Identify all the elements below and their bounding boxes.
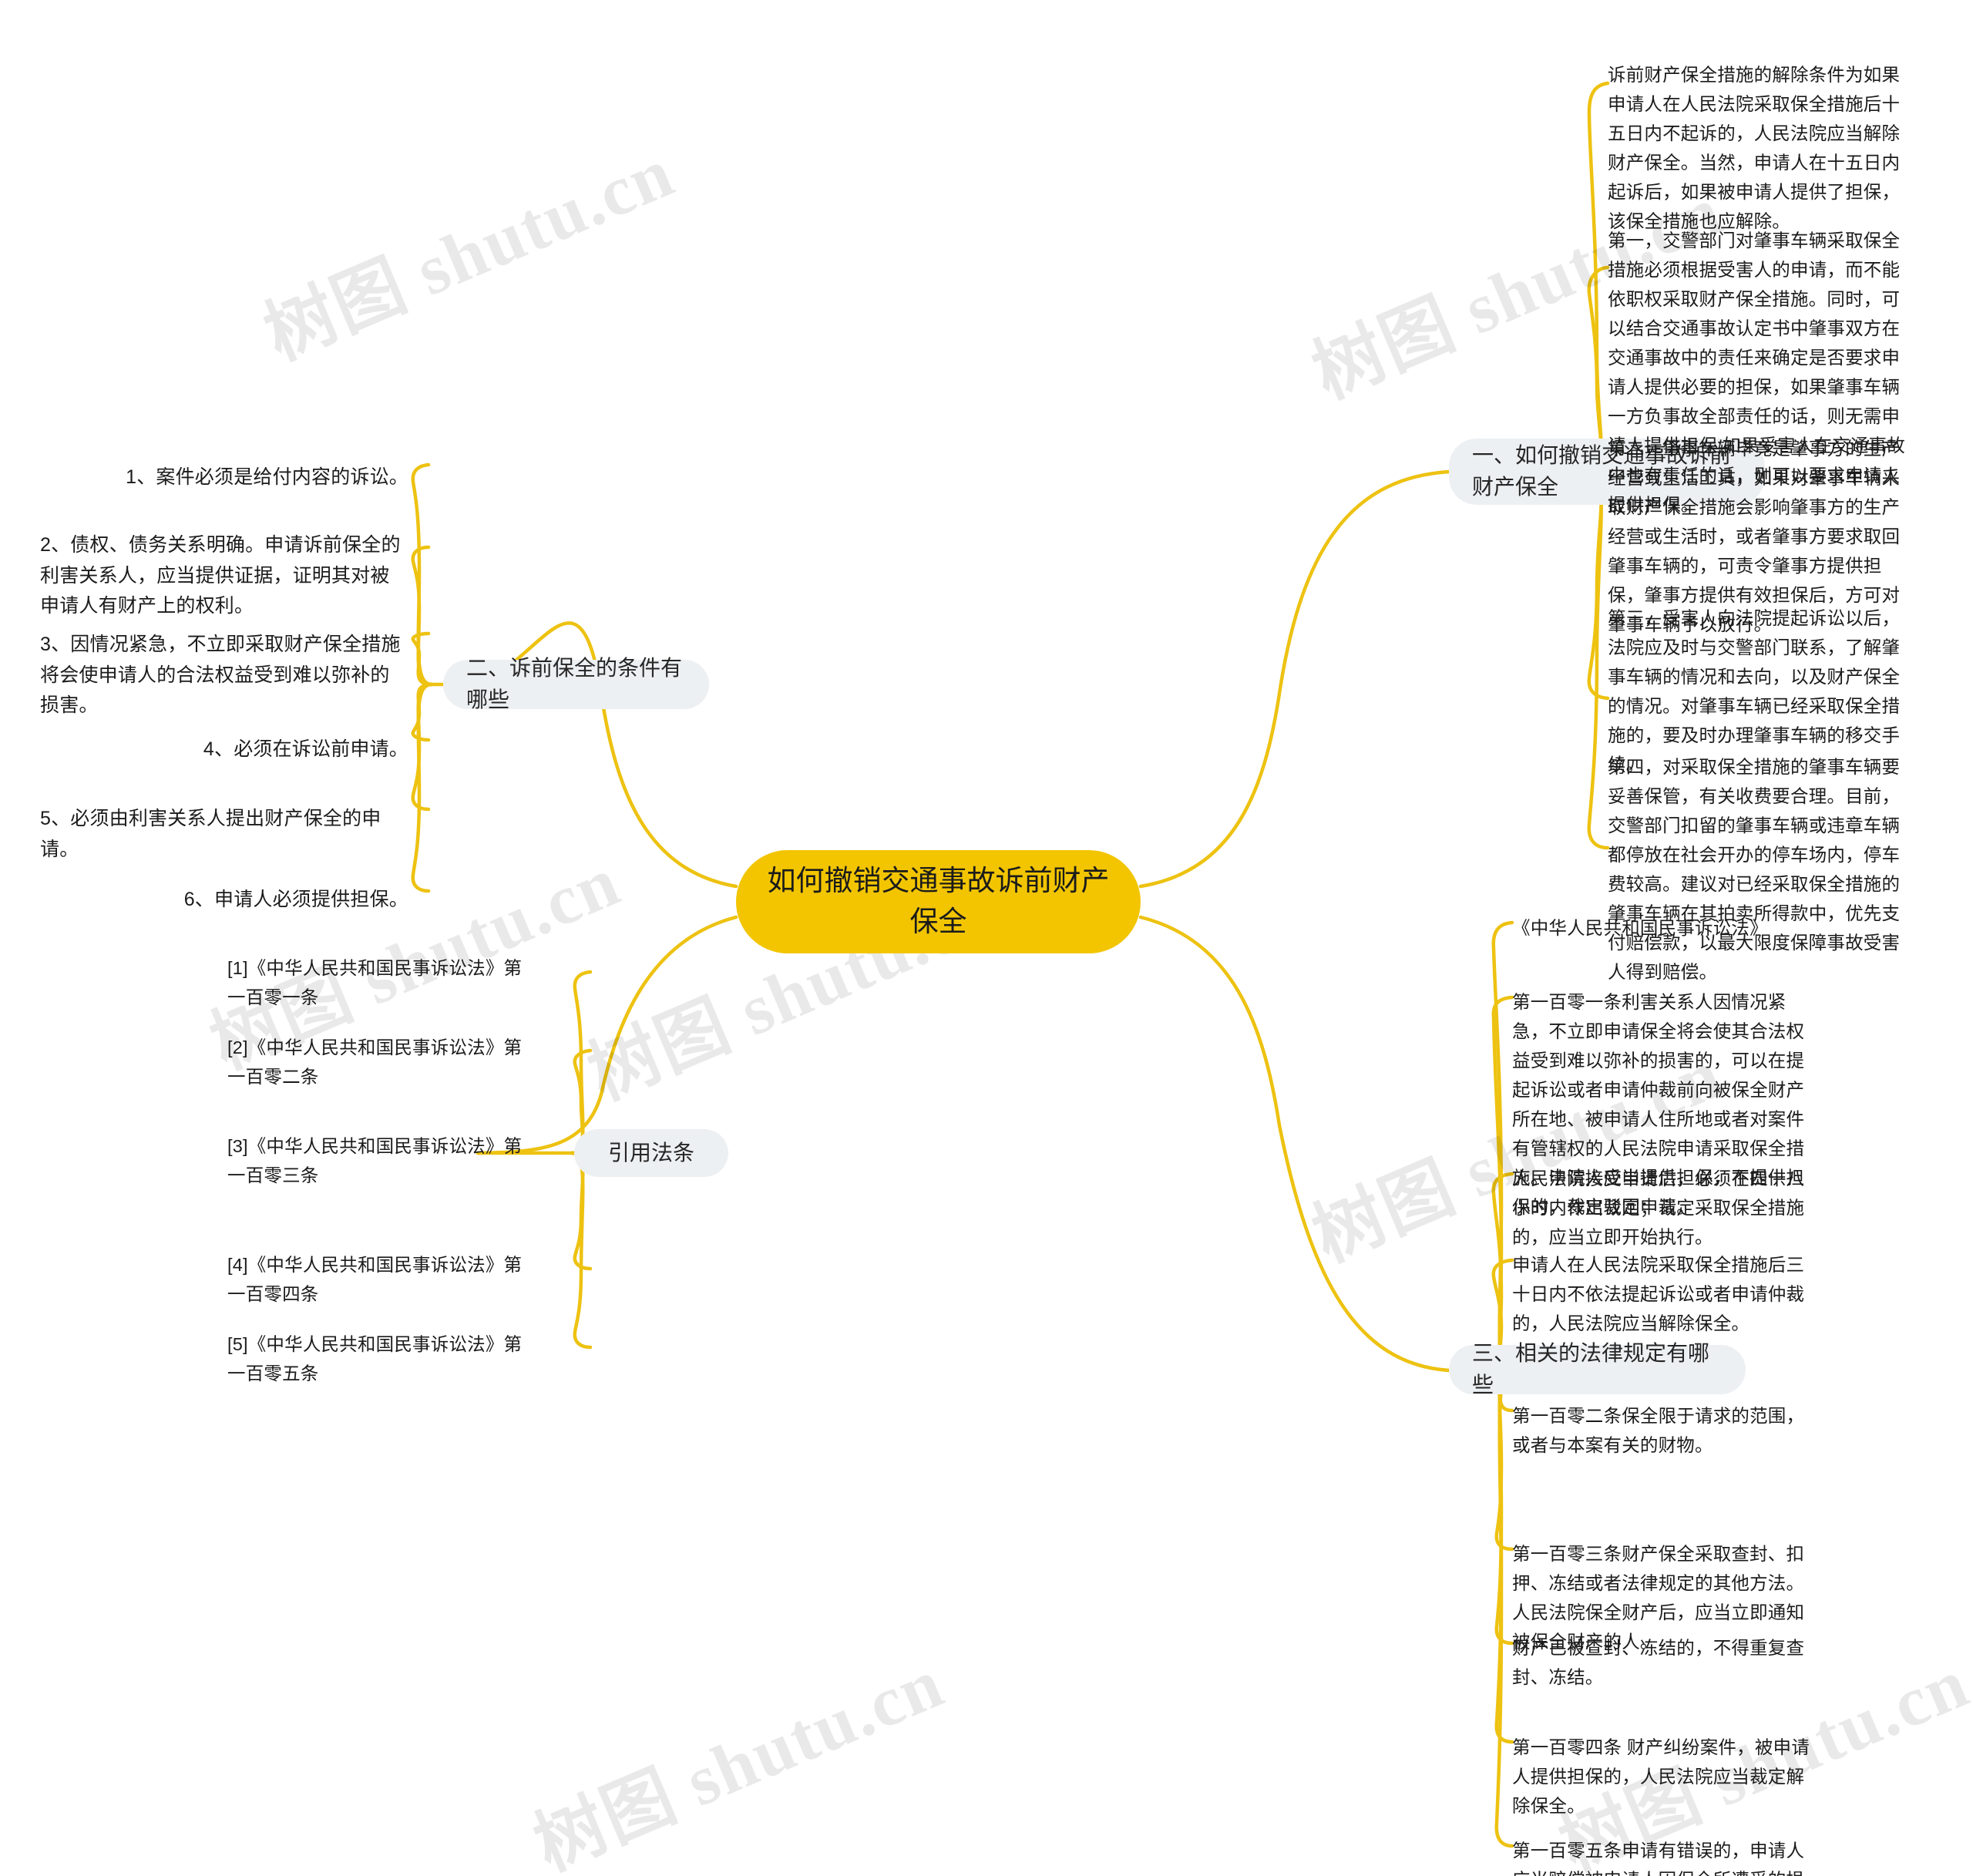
leaf-node-b3-c8[interactable]: 第一百零四条 财产纠纷案件，被申请人提供担保的，人民法院应当裁定解除保全。 — [1512, 1733, 1820, 1821]
branch-node-3[interactable]: 三、相关的法律规定有哪些 — [1449, 1341, 1746, 1397]
mindmap-canvas: 树图 shutu.cn 树图 shutu.cn 树图 shutu.cn 树图 s… — [0, 0, 1973, 1876]
branch-node-3-label: 三、相关的法律规定有哪些 — [1472, 1341, 1710, 1397]
leaf-node-b2-c1[interactable]: 1、案件必须是给付内容的诉讼。 — [66, 462, 408, 493]
leaf-node-b2-c4[interactable]: 4、必须在诉讼前申请。 — [66, 735, 408, 765]
watermark: 树图 shutu.cn — [523, 1642, 955, 1876]
branch-node-4[interactable]: 引用法条 — [574, 1129, 728, 1177]
watermark: 树图 shutu.cn — [254, 132, 685, 375]
leaf-node-b2-c2[interactable]: 2、债权、债务关系明确。申请诉前保全的利害关系人，应当提供证据，证明其对被申请人… — [40, 530, 408, 622]
leaf-node-b3-c9[interactable]: 第一百零五条申请有错误的，申请人应当赔偿被申请人因保全所遭受的损失。 — [1512, 1836, 1820, 1876]
leaf-node-b1-c5[interactable]: 第四，对采取保全措施的肇事车辆要妥善保管，有关收费要合理。目前，交警部门扣留的肇… — [1608, 752, 1916, 987]
leaf-node-b2-c6[interactable]: 6、申请人必须提供担保。 — [66, 885, 408, 916]
branch-node-2-label: 二、诉前保全的条件有哪些 — [466, 656, 683, 711]
leaf-node-b4-c1[interactable]: [1]《中华人民共和国民事诉讼法》第一百零一条 — [227, 953, 539, 1012]
branch-node-2[interactable]: 二、诉前保全的条件有哪些 — [443, 656, 709, 711]
root-node[interactable]: 如何撤销交通事故诉前财产保全 — [736, 850, 1141, 953]
leaf-node-b2-c5[interactable]: 5、必须由利害关系人提出财产保全的申请。 — [40, 804, 408, 865]
leaf-node-b4-c5[interactable]: [5]《中华人民共和国民事诉讼法》第一百零五条 — [227, 1330, 539, 1388]
root-node-label: 如何撤销交通事故诉前财产保全 — [767, 865, 1110, 937]
leaf-node-b4-c3[interactable]: [3]《中华人民共和国民事诉讼法》第一百零三条 — [227, 1131, 539, 1190]
leaf-node-b3-c3[interactable]: 人民法院接受申请后，必须在四十八小时内作出裁定；裁定采取保全措施的，应当立即开始… — [1512, 1164, 1820, 1252]
leaf-node-b2-c3[interactable]: 3、因情况紧急，不立即采取财产保全措施将会使申请人的合法权益受到难以弥补的损害。 — [40, 630, 408, 721]
leaf-node-b1-c1[interactable]: 诉前财产保全措施的解除条件为如果申请人在人民法院采取保全措施后十五日内不起诉的，… — [1608, 60, 1916, 236]
leaf-node-b4-c2[interactable]: [2]《中华人民共和国民事诉讼法》第一百零二条 — [227, 1033, 539, 1091]
leaf-node-b3-c1[interactable]: 《中华人民共和国民事诉讼法》 — [1512, 913, 1820, 943]
leaf-node-b4-c4[interactable]: [4]《中华人民共和国民事诉讼法》第一百零四条 — [227, 1250, 539, 1309]
branch-node-4-label: 引用法条 — [607, 1140, 694, 1165]
leaf-node-b3-c7[interactable]: 财产已被查封、冻结的，不得重复查封、冻结。 — [1512, 1633, 1820, 1692]
leaf-node-b3-c5[interactable]: 第一百零二条保全限于请求的范围，或者与本案有关的财物。 — [1512, 1401, 1820, 1460]
leaf-node-b3-c4[interactable]: 申请人在人民法院采取保全措施后三十日内不依法提起诉讼或者申请仲裁的，人民法院应当… — [1512, 1250, 1820, 1338]
